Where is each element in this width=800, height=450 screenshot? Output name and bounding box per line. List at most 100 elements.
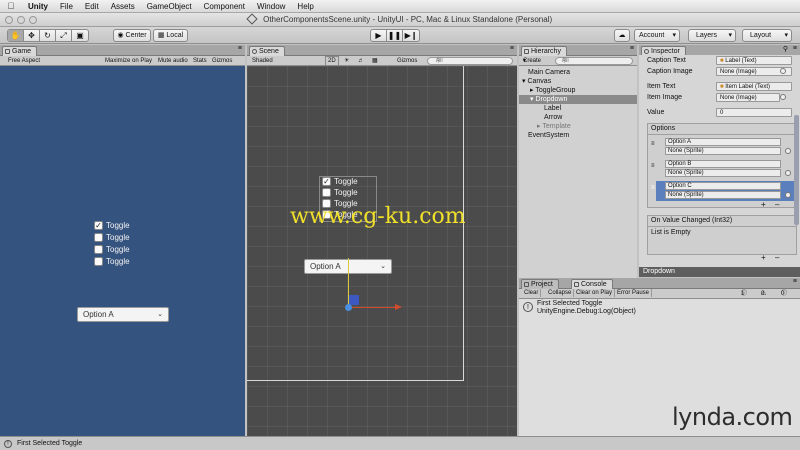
- menu-file[interactable]: File: [54, 2, 79, 11]
- play-icon[interactable]: ▶: [371, 30, 387, 41]
- tab-hierarchy[interactable]: Hierarchy: [521, 46, 567, 56]
- game-view-canvas[interactable]: ✓ Toggle Toggle Toggle Toggle Option A ⌄: [0, 66, 245, 436]
- rotate-icon[interactable]: ↻: [40, 30, 56, 41]
- scale-icon[interactable]: ⤢: [56, 30, 72, 41]
- collapse-arrow-icon[interactable]: ▸: [537, 123, 541, 130]
- close-window-button[interactable]: [5, 16, 13, 24]
- menu-window[interactable]: Window: [251, 2, 291, 11]
- item-text-field[interactable]: ■ Item Label (Text): [716, 82, 792, 91]
- option-entry-b[interactable]: ≡ Option B None (Sprite): [651, 159, 798, 179]
- object-picker-icon[interactable]: [785, 192, 791, 198]
- add-option-button[interactable]: +: [761, 200, 766, 209]
- drag-handle-icon[interactable]: ≡: [651, 141, 655, 147]
- lock-icon[interactable]: ⚲: [783, 45, 788, 53]
- drag-handle-icon[interactable]: ≡: [651, 185, 655, 191]
- remove-option-button[interactable]: –: [775, 200, 779, 209]
- step-icon[interactable]: ▶❙: [403, 30, 419, 41]
- option-a-name-field[interactable]: Option A: [665, 138, 781, 146]
- cloud-button[interactable]: ☁: [614, 29, 630, 42]
- option-b-name-field[interactable]: Option B: [665, 160, 781, 168]
- option-c-name-field[interactable]: Option C: [665, 182, 781, 190]
- object-picker-icon[interactable]: [785, 148, 791, 154]
- value-field[interactable]: 0: [716, 108, 792, 117]
- tab-project[interactable]: Project: [521, 279, 559, 289]
- apple-icon[interactable]: : [0, 1, 22, 11]
- rect-icon[interactable]: ▣: [72, 30, 88, 41]
- move-gizmo[interactable]: [345, 258, 405, 311]
- menu-component[interactable]: Component: [198, 2, 251, 11]
- panel-menu-icon[interactable]: ≡: [238, 45, 242, 52]
- drag-handle-icon[interactable]: ≡: [651, 163, 655, 169]
- option-entry-a[interactable]: ≡ Option A None (Sprite): [651, 137, 798, 157]
- move-icon[interactable]: ✥: [24, 30, 40, 41]
- hierarchy-create-button[interactable]: Create ▾: [523, 56, 541, 66]
- object-picker-icon[interactable]: [780, 68, 786, 74]
- console-clear-on-play-button[interactable]: Clear on Play: [574, 289, 616, 297]
- maximize-on-play-toggle[interactable]: Maximize on Play: [105, 56, 152, 66]
- hand-icon[interactable]: ✋: [8, 30, 24, 41]
- audio-icon[interactable]: ♬: [358, 56, 364, 66]
- layers-dropdown[interactable]: Layers ▾: [688, 29, 736, 42]
- menu-gameobject[interactable]: GameObject: [141, 2, 198, 11]
- minimize-window-button[interactable]: [17, 16, 25, 24]
- hierarchy-item-label[interactable]: Label: [544, 104, 561, 113]
- hierarchy-item-arrow[interactable]: Arrow: [544, 113, 562, 122]
- mute-audio-toggle[interactable]: Mute audio: [158, 56, 188, 66]
- option-c-sprite-field[interactable]: None (Sprite): [665, 191, 781, 199]
- menu-help[interactable]: Help: [291, 2, 319, 11]
- game-toggle-1[interactable]: ✓ Toggle: [94, 221, 130, 230]
- object-picker-icon[interactable]: [785, 170, 791, 176]
- console-clear-button[interactable]: Clear: [522, 289, 542, 297]
- tab-scene[interactable]: Scene: [249, 46, 285, 56]
- hierarchy-item-togglegroup[interactable]: ▸ ToggleGroup: [519, 86, 637, 95]
- lighting-icon[interactable]: ☀: [344, 56, 349, 66]
- hierarchy-search-input[interactable]: ⚲ All: [555, 57, 633, 65]
- gizmo-center-handle[interactable]: [345, 304, 352, 311]
- gizmo-x-arrow-icon[interactable]: [395, 304, 402, 310]
- account-dropdown[interactable]: Account ▾: [634, 29, 680, 42]
- layout-dropdown[interactable]: Layout ▾: [742, 29, 792, 42]
- 2d-toggle[interactable]: 2D: [325, 56, 339, 66]
- hierarchy-item-main-camera[interactable]: Main Camera: [528, 68, 633, 77]
- menu-edit[interactable]: Edit: [79, 2, 105, 11]
- panel-menu-icon[interactable]: ≡: [510, 45, 514, 52]
- menu-assets[interactable]: Assets: [105, 2, 141, 11]
- tab-game[interactable]: Game: [2, 46, 38, 56]
- game-toggle-4[interactable]: Toggle: [94, 257, 130, 266]
- zoom-window-button[interactable]: [29, 16, 37, 24]
- scene-view-canvas[interactable]: ✓ Toggle Toggle Toggle Toggle Option A ⌄: [247, 66, 517, 436]
- console-entry[interactable]: ! First Selected Toggle UnityEngine.Debu…: [519, 300, 800, 318]
- gizmo-x-axis[interactable]: [349, 307, 399, 308]
- scene-toggle-1[interactable]: ✓ Toggle: [322, 177, 358, 186]
- scene-search-input[interactable]: ⚲ All: [427, 57, 513, 65]
- panel-menu-icon[interactable]: ≡: [793, 278, 797, 285]
- console-collapse-button[interactable]: Collapse: [546, 289, 575, 297]
- game-toggle-2[interactable]: Toggle: [94, 233, 130, 242]
- panel-menu-icon[interactable]: ≡: [630, 45, 634, 52]
- tab-console[interactable]: Console: [571, 279, 613, 289]
- aspect-dropdown[interactable]: Free Aspect: [8, 56, 40, 66]
- add-event-button[interactable]: +: [761, 253, 766, 262]
- menu-unity[interactable]: Unity: [22, 2, 54, 11]
- option-b-sprite-field[interactable]: None (Sprite): [665, 169, 781, 177]
- game-dropdown[interactable]: Option A ⌄: [77, 307, 169, 322]
- stats-toggle[interactable]: Stats: [193, 56, 207, 66]
- expand-arrow-icon[interactable]: ▾: [530, 96, 534, 103]
- gizmo-plane-handle[interactable]: [349, 295, 359, 305]
- option-a-sprite-field[interactable]: None (Sprite): [665, 147, 781, 155]
- hierarchy-item-eventsystem[interactable]: EventSystem: [528, 131, 569, 140]
- effects-icon[interactable]: ▦: [372, 56, 378, 66]
- scene-gizmos-dropdown[interactable]: Gizmos: [397, 56, 417, 66]
- hierarchy-item-canvas[interactable]: ▾ Canvas: [519, 77, 637, 86]
- object-picker-icon[interactable]: [780, 94, 786, 100]
- shading-dropdown[interactable]: Shaded: [252, 56, 273, 66]
- status-bar[interactable]: ! First Selected Toggle: [0, 436, 800, 450]
- inspector-scrollbar[interactable]: [794, 115, 799, 225]
- game-toggle-3[interactable]: Toggle: [94, 245, 130, 254]
- collapse-arrow-icon[interactable]: ▸: [530, 87, 534, 94]
- hierarchy-item-template[interactable]: ▸ Template: [537, 122, 571, 131]
- scene-toggle-2[interactable]: Toggle: [322, 188, 358, 197]
- caption-text-field[interactable]: ■ Label (Text): [716, 56, 792, 65]
- panel-menu-icon[interactable]: ≡: [793, 45, 797, 52]
- option-entry-c[interactable]: ≡ Option C None (Sprite): [651, 181, 798, 201]
